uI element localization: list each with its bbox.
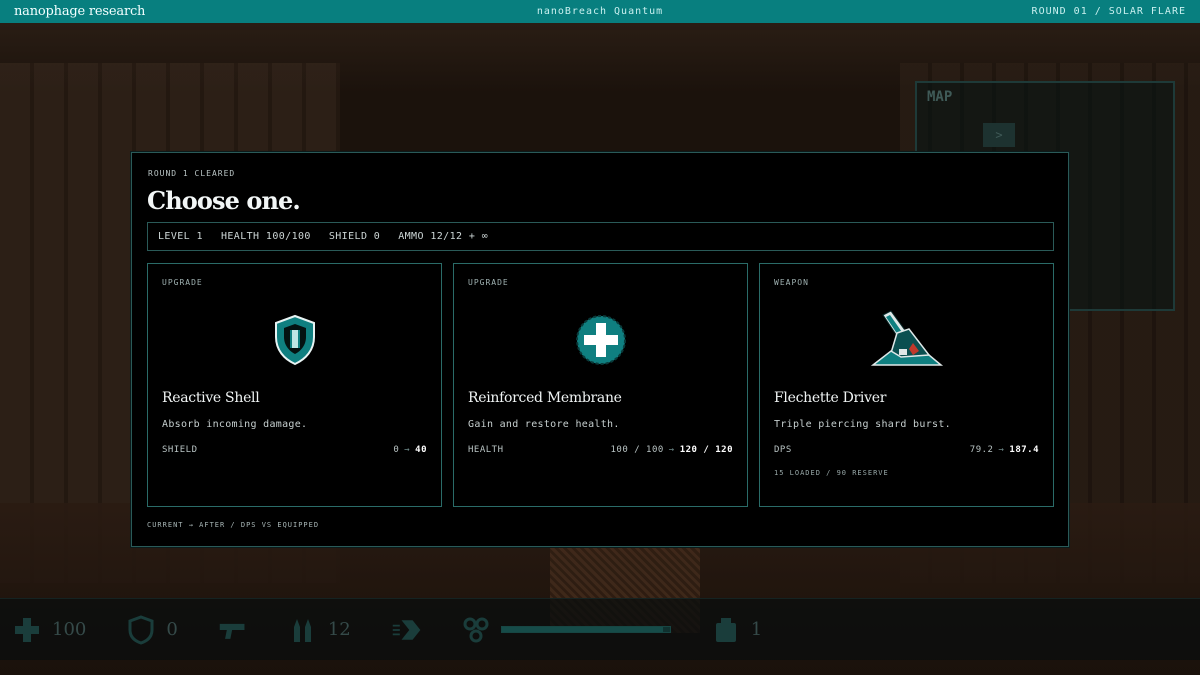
card-description: Triple piercing shard burst. <box>774 419 951 430</box>
card-stat-current: 79.2 <box>969 445 994 455</box>
flechette-gun-icon <box>760 308 1053 372</box>
shield-icon <box>148 308 441 372</box>
card-ammo-note: 15 LOADED / 90 RESERVE <box>774 469 889 477</box>
card-name: Flechette Driver <box>774 390 887 406</box>
card-stat-change: 0 → 40 <box>393 445 427 455</box>
round-label: ROUND 01 / SOLAR FLARE <box>1031 6 1186 17</box>
comparison-legend: CURRENT → AFTER / DPS VS EQUIPPED <box>147 521 320 529</box>
choice-card-reinforced-membrane[interactable]: UPGRADE Reinforced Membrane Gain and res… <box>453 263 748 507</box>
player-stats-bar: LEVEL 1 HEALTH 100/100 SHIELD 0 AMMO 12/… <box>147 222 1054 251</box>
hud-ammo: 12 <box>288 615 351 645</box>
hud-items-value: 1 <box>750 619 763 640</box>
pistol-icon <box>218 615 248 645</box>
arrow-right-icon: → <box>404 445 411 455</box>
hud-shield-value: 0 <box>166 619 178 640</box>
gear-cluster-icon <box>461 615 491 645</box>
card-stat-current: 0 <box>393 445 400 455</box>
modal-title: Choose one. <box>147 186 301 215</box>
hud-ammo-value: 12 <box>327 619 351 640</box>
card-stat-after: 187.4 <box>1009 445 1039 455</box>
arrow-right-icon: → <box>668 445 675 455</box>
card-name: Reactive Shell <box>162 390 260 406</box>
hud-health: 100 <box>12 615 86 645</box>
minimap-player-marker: > <box>983 123 1015 147</box>
dash-chevron-icon <box>391 615 421 645</box>
stat-health: HEALTH 100/100 <box>220 231 311 242</box>
hud-energy-meter <box>500 626 671 633</box>
card-name: Reinforced Membrane <box>468 390 622 406</box>
hud-energy <box>461 615 671 645</box>
bottom-hud: 100 0 12 1 <box>0 598 1200 660</box>
stat-level: LEVEL 1 <box>158 231 203 242</box>
upgrade-choice-modal: ROUND 1 CLEARED Choose one. LEVEL 1 HEAL… <box>131 152 1069 547</box>
card-stat-label: SHIELD <box>162 445 198 455</box>
card-stat-row: SHIELD 0 → 40 <box>162 445 427 455</box>
card-stat-change: 79.2 → 187.4 <box>970 445 1039 455</box>
card-kind: UPGRADE <box>162 278 203 287</box>
hud-items: 1 <box>711 615 762 645</box>
card-stat-current: 100 / 100 <box>610 445 664 455</box>
hud-energy-fill <box>501 627 663 632</box>
card-stat-label: HEALTH <box>468 445 504 455</box>
hud-weapon <box>218 615 248 645</box>
card-stat-row: HEALTH 100 / 100 → 120 / 120 <box>468 445 733 455</box>
choice-card-reactive-shell[interactable]: UPGRADE Reactive Shell Absorb incoming d… <box>147 263 442 507</box>
medkit-icon <box>711 615 741 645</box>
card-stat-label: DPS <box>774 445 792 455</box>
card-stat-after: 120 / 120 <box>679 445 733 455</box>
card-description: Absorb incoming damage. <box>162 419 308 430</box>
brand-name: nanophage research <box>14 4 146 19</box>
health-cross-icon <box>12 615 42 645</box>
card-stat-after: 40 <box>415 445 427 455</box>
arrow-right-icon: → <box>998 445 1005 455</box>
choice-card-flechette-driver[interactable]: WEAPON Flechette Driver Triple piercing … <box>759 263 1054 507</box>
minimap-title: MAP <box>927 89 953 105</box>
card-stat-row: DPS 79.2 → 187.4 <box>774 445 1039 455</box>
shield-icon <box>126 614 156 645</box>
round-cleared-label: ROUND 1 CLEARED <box>148 169 236 178</box>
hud-dash <box>391 615 421 645</box>
health-cross-icon <box>454 308 747 372</box>
card-description: Gain and restore health. <box>468 419 620 430</box>
hud-health-value: 100 <box>52 619 87 640</box>
hud-shield: 0 <box>126 614 178 645</box>
ammo-icon <box>288 615 318 645</box>
card-stat-change: 100 / 100 → 120 / 120 <box>611 445 733 455</box>
game-title: nanoBreach Quantum <box>536 6 664 17</box>
stat-ammo: AMMO 12/12 + ∞ <box>398 231 489 242</box>
card-kind: WEAPON <box>774 278 809 287</box>
choice-cards: UPGRADE Reactive Shell Absorb incoming d… <box>147 263 1054 507</box>
card-kind: UPGRADE <box>468 278 509 287</box>
top-bar: nanophage research nanoBreach Quantum RO… <box>0 0 1200 23</box>
stat-shield: SHIELD 0 <box>328 231 381 242</box>
